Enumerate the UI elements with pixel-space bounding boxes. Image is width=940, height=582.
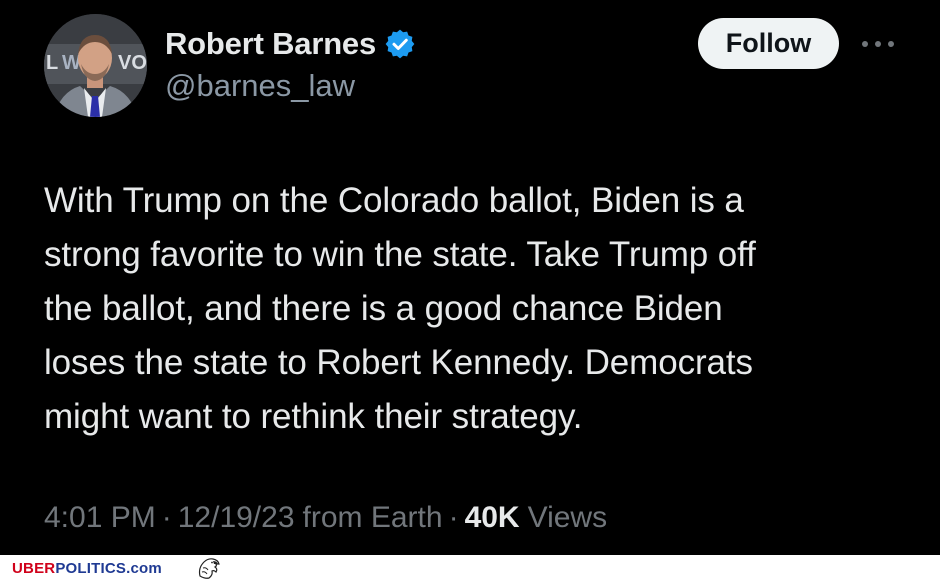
author-name-row: Robert Barnes bbox=[165, 24, 415, 64]
tweet-body-text: With Trump on the Colorado ballot, Biden… bbox=[44, 181, 756, 436]
follow-button[interactable]: Follow bbox=[698, 18, 839, 69]
tweet-date[interactable]: 12/19/23 bbox=[178, 501, 295, 535]
tweet-time[interactable]: 4:01 PM bbox=[44, 501, 156, 535]
svg-text:L: L bbox=[46, 52, 58, 74]
watermark-footer: UBERPOLITICS.com bbox=[0, 555, 940, 582]
svg-text:VO: VO bbox=[118, 52, 147, 74]
watermark-dotcom: .com bbox=[126, 560, 162, 577]
profile-photo-icon: L W VO bbox=[44, 14, 147, 117]
tweet-meta: 4:01 PM · 12/19/23 from Earth · 40K View… bbox=[44, 498, 607, 538]
watermark-uber: UBER bbox=[12, 560, 56, 577]
more-options-icon[interactable] bbox=[858, 30, 898, 58]
views-count: 40K bbox=[464, 501, 520, 534]
meta-separator-2: · bbox=[448, 501, 459, 534]
meta-separator: · bbox=[161, 501, 172, 534]
author-handle[interactable]: @barnes_law bbox=[165, 68, 355, 104]
watermark-logo: UBERPOLITICS.com bbox=[12, 560, 162, 577]
watermark-politics: POLITICS bbox=[55, 560, 127, 577]
tweet-source: from Earth bbox=[302, 501, 443, 534]
verified-badge-icon[interactable] bbox=[385, 29, 415, 59]
author-display-name[interactable]: Robert Barnes bbox=[165, 26, 376, 62]
views-label: Views bbox=[527, 501, 608, 534]
tweet-card: L W VO Robert Barnes @barnes_law Follow bbox=[0, 0, 940, 555]
avatar[interactable]: L W VO bbox=[44, 14, 147, 117]
eagle-icon bbox=[198, 558, 220, 579]
